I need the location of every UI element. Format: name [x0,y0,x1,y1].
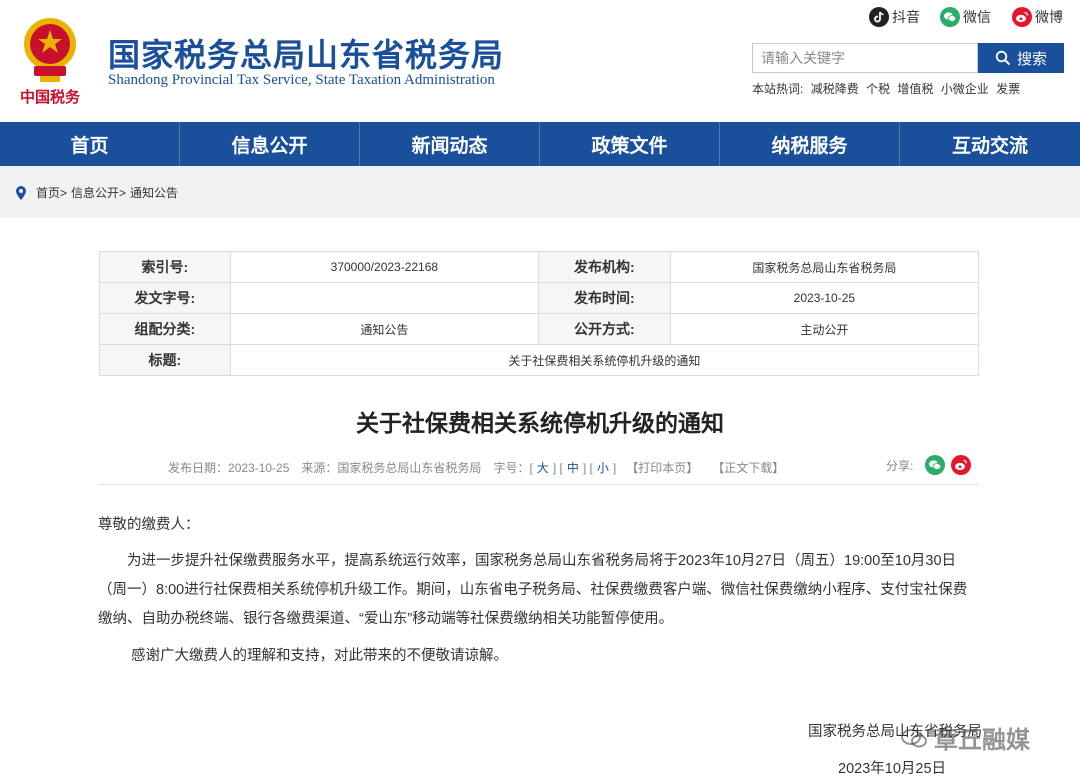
douyin-link[interactable]: 抖音 [869,6,920,28]
nav-item-interaction[interactable]: 互动交流 [900,122,1080,166]
douyin-label: 抖音 [892,9,920,25]
search-input[interactable] [753,44,979,72]
nav-item-home[interactable]: 首页 [0,122,180,166]
meta-value: 主动公开 [669,313,980,345]
table-row: 发文字号: 发布时间: 2023-10-25 [99,282,980,314]
svg-text:中国税务: 中国税务 [20,88,81,106]
meta-value [229,282,540,314]
font-size-medium[interactable]: 中 [567,459,579,476]
source-value: 国家税务总局山东省税务局 [337,461,482,475]
table-row: 索引号: 370000/2023-22168 发布机构: 国家税务总局山东省税务… [99,251,980,283]
weibo-icon [1012,7,1032,27]
hot-word[interactable]: 发票 [996,82,1020,96]
article-paragraph: 为进一步提升社保缴费服务水平，提高系统运行效率，国家税务总局山东省税务局将于20… [98,553,968,627]
breadcrumb: 首页> 信息公开> 通知公告 [14,184,178,201]
meta-key: 发文字号: [99,282,231,314]
greeting: 尊敬的缴费人： [98,517,200,533]
search-button[interactable]: 搜索 [978,43,1064,73]
site-title: 国家税务总局山东省税务局 [108,37,505,73]
print-link[interactable]: 【打印本页】 [626,459,698,476]
site-header: 中国税务 国家税务总局山东省税务局 Shandong Provincial Ta… [0,0,1080,122]
douyin-icon [869,7,889,27]
nav-item-news[interactable]: 新闻动态 [360,122,540,166]
table-row: 标题: 关于社保费相关系统停机升级的通知 [99,344,980,376]
meta-value: 2023-10-25 [669,282,980,314]
source-label: 来源： [301,461,338,475]
meta-value: 关于社保费相关系统停机升级的通知 [229,344,980,376]
meta-key: 发布时间: [538,282,671,314]
share-label: 分享: [886,458,914,473]
search-icon [995,50,1011,66]
search-box [752,43,979,73]
breadcrumb-current[interactable]: 通知公告 [130,184,178,201]
nav-item-info-disclosure[interactable]: 信息公开 [180,122,360,166]
hot-word[interactable]: 增值税 [897,82,933,96]
share-wechat-icon[interactable] [925,455,946,475]
breadcrumb-info[interactable]: 信息公开> [71,184,126,201]
main-nav: 首页 信息公开 新闻动态 政策文件 纳税服务 互动交流 [0,122,1080,166]
weibo-link[interactable]: 微博 [1012,6,1063,28]
publish-date-label: 发布日期： [168,461,229,475]
national-emblem-logo[interactable]: 中国税务 [14,10,86,110]
meta-key: 组配分类: [99,313,231,345]
font-size-bracket: ] [ [582,460,593,475]
share-bar: 分享: [886,455,972,475]
publish-date: 2023-10-25 [228,460,290,475]
font-size-bracket: ] [612,460,617,475]
signature-date: 2023年10月25日 [838,761,947,777]
font-size-bracket: [ [529,460,533,475]
font-size-large[interactable]: 大 [537,459,549,476]
wechat-watermark-icon [901,728,927,747]
document-meta-table: 索引号: 370000/2023-22168 发布机构: 国家税务总局山东省税务… [99,251,980,376]
article-paragraph: 感谢广大缴费人的理解和支持，对此带来的不便敬请谅解。 [131,648,508,664]
article-title: 关于社保费相关系统停机升级的通知 [356,410,724,436]
meta-key: 公开方式: [538,313,671,345]
font-size-small[interactable]: 小 [597,459,609,476]
download-link[interactable]: 【正文下载】 [712,459,784,476]
hot-words: 本站热词: 减税降费 个税 增值税 小微企业 发票 [752,80,1024,97]
article-info-bar: 发布日期： 2023-10-25 来源： 国家税务总局山东省税务局 字号： [ … [168,459,784,476]
meta-value: 370000/2023-22168 [229,251,540,283]
breadcrumb-band: 首页> 信息公开> 通知公告 [0,166,1080,218]
hot-word[interactable]: 个税 [866,82,890,96]
hot-words-label: 本站热词: [752,82,804,96]
watermark-text: 章丘融媒 [934,727,1030,754]
meta-key: 标题: [99,344,231,376]
hot-word[interactable]: 减税降费 [811,82,859,96]
search-button-label: 搜索 [1016,50,1047,68]
share-weibo-icon[interactable] [951,455,972,475]
meta-key: 发布机构: [538,251,671,283]
location-pin-icon [16,185,26,200]
watermark: 章丘融媒 [900,720,1030,755]
font-size-bracket: ] [ [552,460,563,475]
nav-item-tax-service[interactable]: 纳税服务 [720,122,900,166]
table-row: 组配分类: 通知公告 公开方式: 主动公开 [99,313,980,345]
divider [99,484,979,485]
wechat-icon [940,7,960,27]
weibo-label: 微博 [1035,9,1063,25]
meta-value: 国家税务总局山东省税务局 [669,251,980,283]
hot-word[interactable]: 小微企业 [941,82,989,96]
breadcrumb-home[interactable]: 首页> [36,184,67,201]
wechat-link[interactable]: 微信 [940,6,991,28]
site-subtitle: Shandong Provincial Tax Service, State T… [108,72,495,88]
meta-key: 索引号: [99,251,231,283]
wechat-label: 微信 [963,9,991,25]
nav-item-policy[interactable]: 政策文件 [540,122,720,166]
meta-value: 通知公告 [229,313,540,345]
font-size-label: 字号： [493,461,530,475]
